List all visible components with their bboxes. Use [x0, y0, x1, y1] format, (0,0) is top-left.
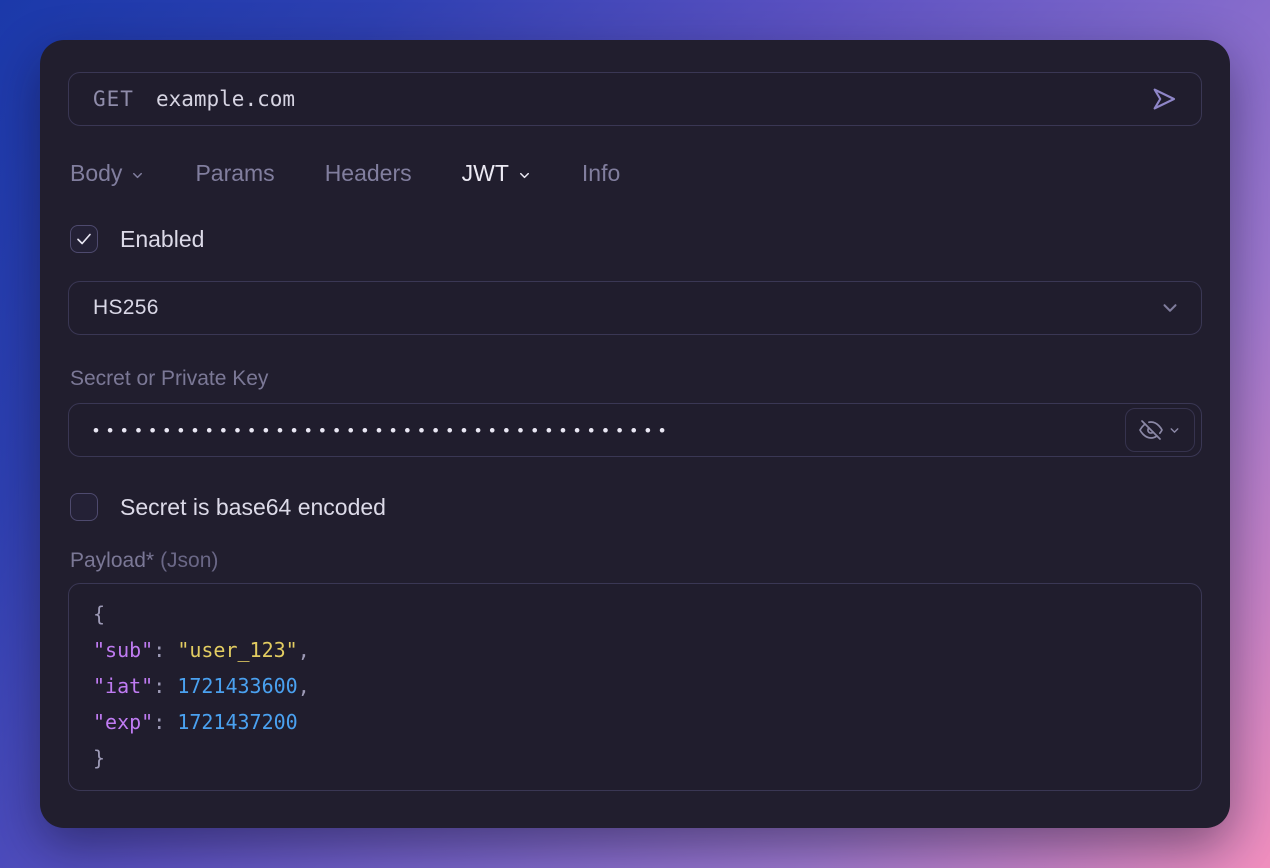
secret-key-input[interactable]: ••••••••••••••••••••••••••••••••••••••••…	[68, 403, 1202, 457]
request-panel: GET example.com Body Params Headers JWT …	[40, 40, 1230, 828]
tab-jwt-label: JWT	[462, 160, 509, 187]
eye-off-icon	[1139, 418, 1163, 442]
url-input[interactable]: example.com	[156, 87, 1145, 111]
tab-headers-label: Headers	[325, 160, 412, 187]
chevron-down-icon	[130, 168, 145, 183]
request-tabs: Body Params Headers JWT Info	[70, 160, 1202, 187]
chevron-down-icon	[1168, 424, 1181, 437]
tab-headers[interactable]: Headers	[325, 160, 412, 187]
tab-info-label: Info	[582, 160, 620, 187]
algorithm-value: HS256	[93, 296, 159, 320]
toggle-secret-visibility-button[interactable]	[1125, 408, 1195, 452]
algorithm-select[interactable]: HS256	[68, 281, 1202, 335]
checkmark-icon	[75, 230, 93, 248]
tab-body[interactable]: Body	[70, 160, 145, 187]
payload-json-editor[interactable]: { "sub": "user_123", "iat": 1721433600, …	[68, 583, 1202, 791]
chevron-down-icon	[1159, 297, 1181, 319]
tab-body-label: Body	[70, 160, 122, 187]
base64-encoded-checkbox[interactable]: Secret is base64 encoded	[70, 493, 1202, 521]
send-request-button[interactable]	[1145, 80, 1183, 118]
http-method-select[interactable]: GET	[93, 87, 134, 111]
code-line: "iat": 1721433600,	[93, 668, 1177, 704]
enabled-label: Enabled	[120, 226, 204, 253]
code-line: "exp": 1721437200	[93, 704, 1177, 740]
tab-params[interactable]: Params	[195, 160, 274, 187]
masked-secret-value: ••••••••••••••••••••••••••••••••••••••••…	[93, 419, 1125, 441]
tab-params-label: Params	[195, 160, 274, 187]
code-line: "sub": "user_123",	[93, 632, 1177, 668]
tab-jwt[interactable]: JWT	[462, 160, 532, 187]
payload-label-text: Payload*	[70, 549, 154, 572]
paper-plane-send-icon	[1149, 84, 1179, 114]
code-line: }	[93, 740, 1177, 776]
jwt-enabled-checkbox[interactable]: Enabled	[70, 225, 1202, 253]
base64-label: Secret is base64 encoded	[120, 494, 386, 521]
chevron-down-icon	[517, 168, 532, 183]
code-line: {	[93, 596, 1177, 632]
checkbox-box[interactable]	[70, 493, 98, 521]
payload-label: Payload* (Json)	[70, 549, 1202, 573]
tab-info[interactable]: Info	[582, 160, 620, 187]
secret-key-label: Secret or Private Key	[70, 367, 1202, 391]
payload-json-hint: (Json)	[160, 549, 218, 572]
url-bar: GET example.com	[68, 72, 1202, 126]
checkbox-box[interactable]	[70, 225, 98, 253]
